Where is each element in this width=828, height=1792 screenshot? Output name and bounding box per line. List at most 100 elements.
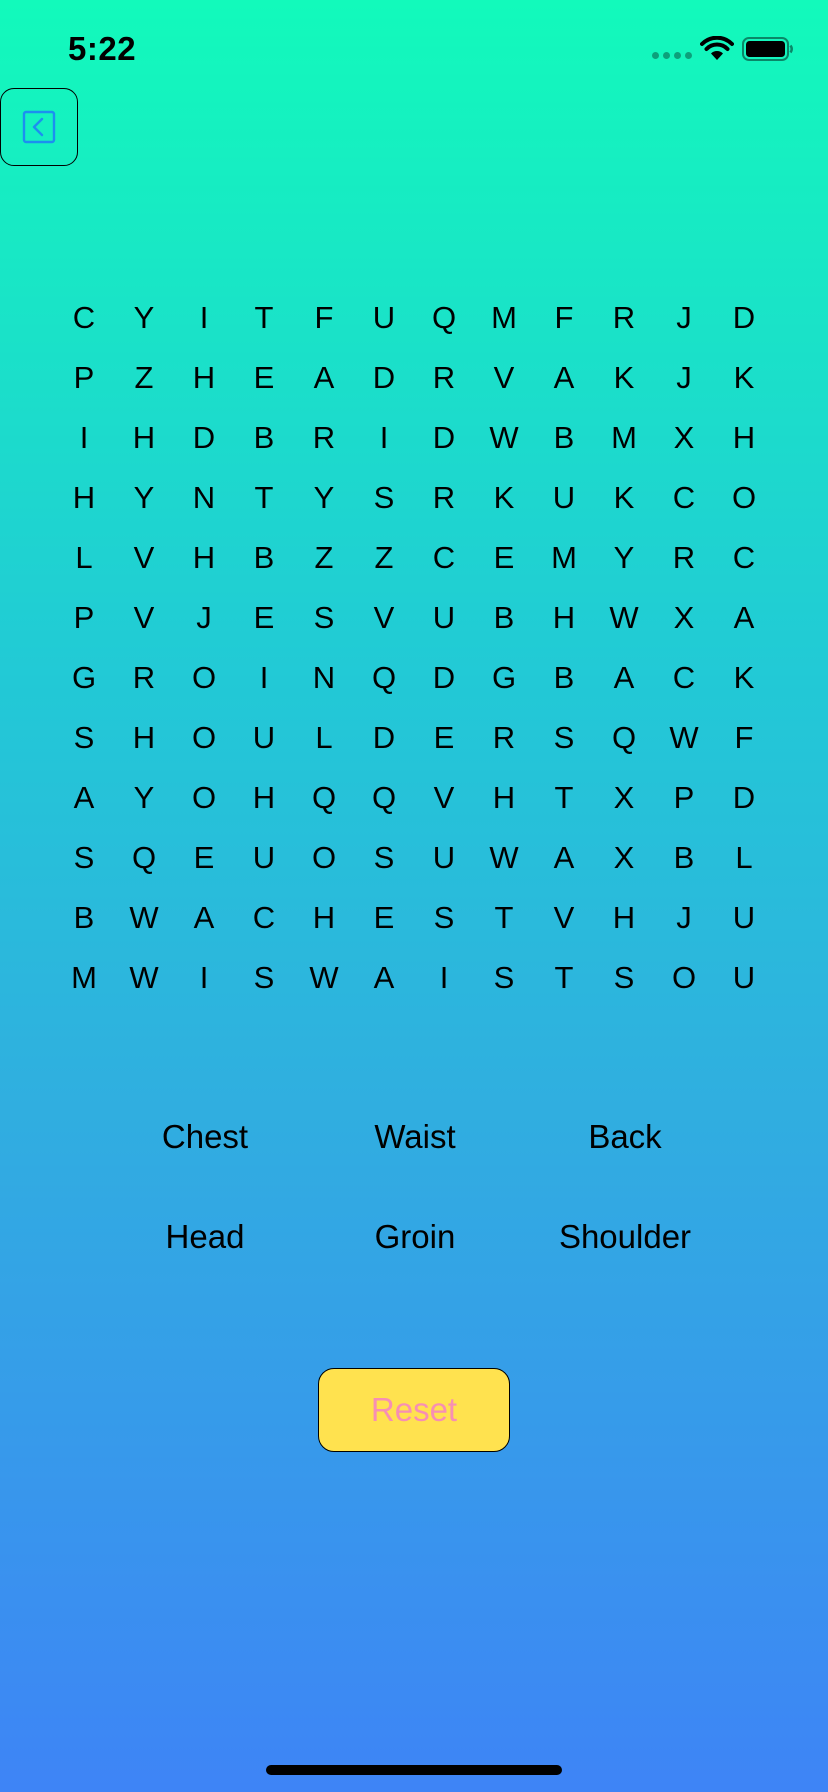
- grid-cell[interactable]: O: [174, 708, 234, 768]
- grid-cell[interactable]: Y: [114, 288, 174, 348]
- grid-cell[interactable]: W: [654, 708, 714, 768]
- grid-cell[interactable]: R: [114, 648, 174, 708]
- grid-cell[interactable]: D: [714, 288, 774, 348]
- grid-cell[interactable]: C: [654, 648, 714, 708]
- grid-cell[interactable]: Q: [594, 708, 654, 768]
- grid-cell[interactable]: H: [294, 888, 354, 948]
- grid-cell[interactable]: O: [654, 948, 714, 1008]
- grid-cell[interactable]: S: [54, 708, 114, 768]
- grid-cell[interactable]: V: [414, 768, 474, 828]
- grid-cell[interactable]: Z: [114, 348, 174, 408]
- grid-cell[interactable]: U: [354, 288, 414, 348]
- grid-cell[interactable]: W: [594, 588, 654, 648]
- grid-cell[interactable]: I: [174, 948, 234, 1008]
- grid-cell[interactable]: R: [474, 708, 534, 768]
- grid-cell[interactable]: B: [54, 888, 114, 948]
- grid-cell[interactable]: E: [234, 348, 294, 408]
- grid-cell[interactable]: S: [474, 948, 534, 1008]
- grid-cell[interactable]: H: [174, 528, 234, 588]
- grid-cell[interactable]: V: [114, 588, 174, 648]
- grid-cell[interactable]: R: [414, 468, 474, 528]
- grid-cell[interactable]: D: [414, 648, 474, 708]
- grid-cell[interactable]: A: [54, 768, 114, 828]
- grid-cell[interactable]: C: [234, 888, 294, 948]
- grid-cell[interactable]: Q: [414, 288, 474, 348]
- grid-cell[interactable]: O: [714, 468, 774, 528]
- grid-cell[interactable]: O: [174, 768, 234, 828]
- grid-cell[interactable]: T: [534, 768, 594, 828]
- grid-cell[interactable]: P: [654, 768, 714, 828]
- grid-cell[interactable]: Y: [114, 768, 174, 828]
- grid-cell[interactable]: K: [474, 468, 534, 528]
- grid-cell[interactable]: N: [294, 648, 354, 708]
- grid-cell[interactable]: S: [354, 828, 414, 888]
- grid-cell[interactable]: Q: [294, 768, 354, 828]
- grid-cell[interactable]: R: [654, 528, 714, 588]
- grid-cell[interactable]: J: [654, 288, 714, 348]
- back-button[interactable]: [0, 88, 78, 166]
- grid-cell[interactable]: A: [174, 888, 234, 948]
- grid-cell[interactable]: S: [414, 888, 474, 948]
- grid-cell[interactable]: T: [474, 888, 534, 948]
- grid-cell[interactable]: H: [714, 408, 774, 468]
- grid-cell[interactable]: E: [354, 888, 414, 948]
- grid-cell[interactable]: L: [294, 708, 354, 768]
- grid-cell[interactable]: L: [714, 828, 774, 888]
- grid-cell[interactable]: F: [294, 288, 354, 348]
- grid-cell[interactable]: I: [234, 648, 294, 708]
- grid-cell[interactable]: K: [714, 648, 774, 708]
- grid-cell[interactable]: M: [474, 288, 534, 348]
- grid-cell[interactable]: E: [174, 828, 234, 888]
- grid-cell[interactable]: S: [354, 468, 414, 528]
- grid-cell[interactable]: A: [534, 828, 594, 888]
- grid-cell[interactable]: U: [534, 468, 594, 528]
- grid-cell[interactable]: J: [654, 888, 714, 948]
- grid-cell[interactable]: G: [474, 648, 534, 708]
- grid-cell[interactable]: U: [414, 828, 474, 888]
- grid-cell[interactable]: R: [414, 348, 474, 408]
- grid-cell[interactable]: E: [234, 588, 294, 648]
- grid-cell[interactable]: M: [534, 528, 594, 588]
- grid-cell[interactable]: A: [294, 348, 354, 408]
- grid-cell[interactable]: W: [294, 948, 354, 1008]
- grid-cell[interactable]: K: [594, 348, 654, 408]
- grid-cell[interactable]: V: [354, 588, 414, 648]
- grid-cell[interactable]: H: [54, 468, 114, 528]
- reset-button[interactable]: Reset: [318, 1368, 510, 1452]
- grid-cell[interactable]: D: [174, 408, 234, 468]
- grid-cell[interactable]: N: [174, 468, 234, 528]
- grid-cell[interactable]: V: [114, 528, 174, 588]
- grid-cell[interactable]: B: [474, 588, 534, 648]
- grid-cell[interactable]: B: [654, 828, 714, 888]
- grid-cell[interactable]: C: [54, 288, 114, 348]
- grid-cell[interactable]: D: [714, 768, 774, 828]
- grid-cell[interactable]: B: [234, 408, 294, 468]
- grid-cell[interactable]: I: [174, 288, 234, 348]
- grid-cell[interactable]: S: [294, 588, 354, 648]
- grid-cell[interactable]: O: [294, 828, 354, 888]
- grid-cell[interactable]: B: [234, 528, 294, 588]
- grid-cell[interactable]: E: [414, 708, 474, 768]
- grid-cell[interactable]: G: [54, 648, 114, 708]
- grid-cell[interactable]: S: [594, 948, 654, 1008]
- grid-cell[interactable]: Q: [354, 768, 414, 828]
- grid-cell[interactable]: H: [234, 768, 294, 828]
- grid-cell[interactable]: I: [54, 408, 114, 468]
- grid-cell[interactable]: M: [594, 408, 654, 468]
- grid-cell[interactable]: J: [654, 348, 714, 408]
- grid-cell[interactable]: D: [354, 708, 414, 768]
- grid-cell[interactable]: I: [354, 408, 414, 468]
- grid-cell[interactable]: X: [594, 828, 654, 888]
- grid-cell[interactable]: S: [234, 948, 294, 1008]
- grid-cell[interactable]: A: [534, 348, 594, 408]
- grid-cell[interactable]: A: [714, 588, 774, 648]
- grid-cell[interactable]: U: [714, 888, 774, 948]
- grid-cell[interactable]: W: [114, 888, 174, 948]
- grid-cell[interactable]: W: [474, 828, 534, 888]
- grid-cell[interactable]: V: [534, 888, 594, 948]
- grid-cell[interactable]: T: [234, 288, 294, 348]
- grid-cell[interactable]: Q: [114, 828, 174, 888]
- grid-cell[interactable]: H: [174, 348, 234, 408]
- grid-cell[interactable]: U: [234, 708, 294, 768]
- grid-cell[interactable]: D: [414, 408, 474, 468]
